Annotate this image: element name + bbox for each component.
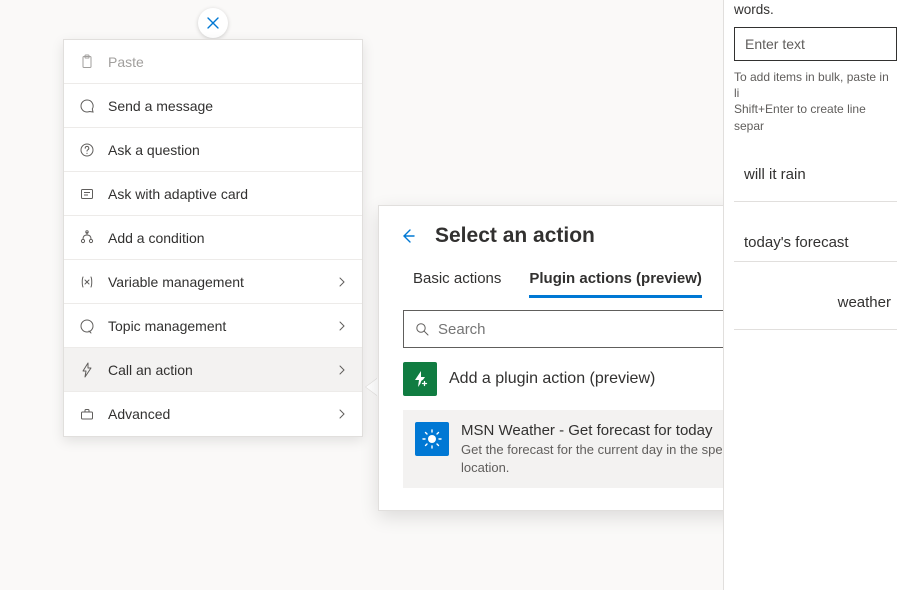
menu-item-paste: Paste [64, 40, 362, 84]
back-button[interactable] [399, 227, 417, 245]
menu-item-adaptive-card[interactable]: Ask with adaptive card [64, 172, 362, 216]
chevron-right-icon [336, 276, 348, 288]
weather-icon [415, 422, 449, 456]
node-context-menu: Paste Send a message Ask a question Ask … [63, 39, 363, 437]
variable-icon [78, 273, 96, 291]
menu-item-label: Ask a question [108, 142, 348, 158]
sidebar-hint-text: To add items in bulk, paste in li Shift+… [734, 69, 897, 134]
menu-item-send-message[interactable]: Send a message [64, 84, 362, 128]
menu-item-label: Topic management [108, 318, 336, 334]
trigger-phrase-item[interactable]: will it rain [734, 156, 897, 202]
menu-item-topic-management[interactable]: Topic management [64, 304, 362, 348]
plugin-add-icon [403, 362, 437, 396]
toolbox-icon [78, 405, 96, 423]
tab-plugin-actions[interactable]: Plugin actions (preview) [529, 270, 702, 298]
close-icon [205, 15, 221, 31]
trigger-phrases-sidebar: words. Enter text To add items in bulk, … [723, 0, 897, 590]
chevron-right-icon [336, 364, 348, 376]
card-icon [78, 185, 96, 203]
add-node-close-chip[interactable] [198, 8, 228, 38]
branch-icon [78, 229, 96, 247]
menu-item-label: Advanced [108, 406, 336, 422]
menu-item-variable-management[interactable]: Variable management [64, 260, 362, 304]
menu-item-label: Send a message [108, 98, 348, 114]
chat-icon [78, 97, 96, 115]
topic-icon [78, 317, 96, 335]
menu-item-call-action[interactable]: Call an action [64, 348, 362, 392]
menu-item-label: Ask with adaptive card [108, 186, 348, 202]
search-icon [414, 321, 430, 337]
menu-item-label: Call an action [108, 362, 336, 378]
chevron-right-icon [336, 408, 348, 420]
trigger-phrase-item[interactable]: weather [734, 284, 897, 330]
trigger-phrase-item[interactable]: today's forecast [734, 224, 897, 262]
clipboard-icon [78, 53, 96, 71]
menu-item-label: Variable management [108, 274, 336, 290]
question-circle-icon [78, 141, 96, 159]
lightning-icon [78, 361, 96, 379]
menu-item-advanced[interactable]: Advanced [64, 392, 362, 436]
add-plugin-action-label: Add a plugin action (preview) [449, 370, 655, 388]
menu-item-label: Paste [108, 54, 348, 70]
menu-item-add-condition[interactable]: Add a condition [64, 216, 362, 260]
trigger-phrase-placeholder: Enter text [745, 36, 805, 52]
flyout-caret [366, 378, 378, 396]
menu-item-label: Add a condition [108, 230, 348, 246]
chevron-right-icon [336, 320, 348, 332]
tab-basic-actions[interactable]: Basic actions [413, 270, 501, 298]
menu-item-ask-question[interactable]: Ask a question [64, 128, 362, 172]
sidebar-truncated-text: words. [734, 0, 897, 17]
trigger-phrase-input[interactable]: Enter text [734, 27, 897, 61]
